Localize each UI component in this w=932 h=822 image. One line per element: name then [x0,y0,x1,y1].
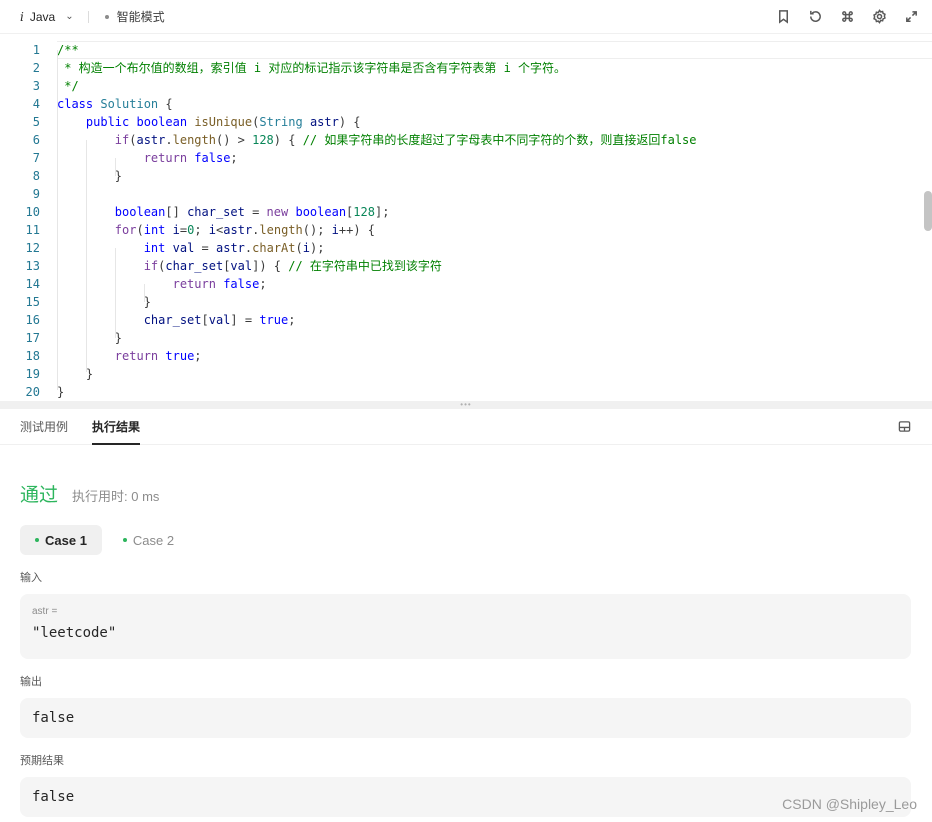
code-line: 15 } [0,293,932,311]
tab-testcases[interactable]: 测试用例 [20,409,68,445]
code-line: 13 if(char_set[val]) { // 在字符串中已找到该字符 [0,257,932,275]
input-box: astr = "leetcode" [20,594,911,659]
line-number: 20 [25,385,40,399]
code-line: 7 return false; [0,149,932,167]
line-number: 2 [32,61,40,75]
result-panel-tabs: 测试用例 执行结果 [0,409,932,445]
case-label: Case 2 [132,532,175,548]
output-label: 输出 [20,676,42,688]
layout-icon[interactable] [898,420,912,434]
code-line: 10 boolean[] char_set = new boolean[128]… [0,203,932,221]
code-line: 6 if(astr.length() > 128) { // 如果字符串的长度超… [0,131,932,149]
editor-scrollbar[interactable] [924,191,932,231]
line-number: 16 [25,313,40,327]
code-line: 19 } [0,365,932,383]
toolbar-divider [87,10,89,23]
indent-guide [144,284,145,302]
line-number: 18 [25,349,40,363]
code-line: 12 int val = astr.charAt(i); [0,239,932,257]
line-number: 1 [32,43,40,57]
line-number: 9 [32,187,40,201]
output-value: false [32,710,75,726]
chevron-down-icon: ⌄ [65,11,74,22]
tab-run-result[interactable]: 执行结果 [92,409,141,445]
line-number: 17 [25,331,40,345]
settings-icon[interactable] [870,8,888,26]
runtime-text: 执行用时: 0 ms [72,489,160,504]
line-number: 12 [25,241,40,255]
line-number: 11 [25,223,40,237]
language-label: Java [29,9,56,24]
code-line: 4 class Solution { [0,95,932,113]
bookmark-icon[interactable] [774,8,792,26]
language-select[interactable]: i Java ⌄ [20,10,74,24]
line-number: 3 [32,79,40,93]
smart-mode-toggle[interactable]: 智能模式 [104,8,165,25]
code-line: 14 return false; [0,275,932,293]
code-line: 9 [0,185,932,203]
editor-toolbar: i Java ⌄ 智能模式 [0,0,932,34]
code-line: 16 char_set[val] = true; [0,311,932,329]
pass-dot-icon [122,538,127,542]
code-line: 3 */ [0,77,932,95]
command-icon[interactable] [838,8,856,26]
indent-guide [115,248,116,338]
watermark: CSDN @Shipley_Leo [782,796,917,812]
code-editor[interactable]: 1/** 2 * 构造一个布尔值的数组，索引值 i 对应的标记指示该字符串是否含… [0,35,932,401]
indent-guide [115,158,116,176]
line-number: 19 [25,367,40,381]
input-var-name: astr = [32,606,58,617]
code-line: 18 return true; [0,347,932,365]
pass-dot-icon [35,538,39,542]
input-label: 输入 [20,572,42,584]
line-number: 7 [32,151,40,165]
italic-i-icon: i [20,9,24,24]
expected-value: false [32,789,75,805]
line-number: 8 [32,169,40,183]
case-tab-2[interactable]: Case 2 [108,525,189,555]
line-number: 15 [25,295,40,309]
mode-label: 智能模式 [116,10,165,24]
line-number: 13 [25,259,40,273]
code-line: 2 * 构造一个布尔值的数组，索引值 i 对应的标记指示该字符串是否含有字符表第… [0,59,932,77]
run-result: 通过 执行用时: 0 ms Case 1 Case 2 输入 astr = "l… [20,446,911,817]
input-value: "leetcode" [32,625,117,641]
expected-label: 预期结果 [20,755,64,767]
expand-icon[interactable] [902,8,920,26]
case-tab-1[interactable]: Case 1 [20,525,102,555]
code-lines: 1/** 2 * 构造一个布尔值的数组，索引值 i 对应的标记指示该字符串是否含… [0,41,932,401]
indent-guide [57,50,58,390]
status-row: 通过 执行用时: 0 ms [20,480,911,507]
code-line: 20} [0,383,932,401]
code-line: 8 } [0,167,932,185]
output-box: false [20,698,911,738]
line-number: 4 [32,97,40,111]
expected-box: false [20,777,911,817]
indent-guide [86,140,87,372]
line-number: 14 [25,277,40,291]
code-line: 17 } [0,329,932,347]
case-tabs: Case 1 Case 2 [20,525,911,555]
line-number: 10 [25,205,40,219]
case-label: Case 1 [45,532,87,548]
result-status: 通过 [20,485,59,506]
reset-icon[interactable] [806,8,824,26]
code-line: 11 for(int i=0; i<astr.length(); i++) { [0,221,932,239]
line-number: 5 [32,115,40,129]
line-number: 6 [32,133,40,147]
code-line: 5 public boolean isUnique(String astr) { [0,113,932,131]
code-line: 1/** [0,41,932,59]
grip-icon: ••• [460,400,472,409]
mode-dot-icon [104,14,109,19]
